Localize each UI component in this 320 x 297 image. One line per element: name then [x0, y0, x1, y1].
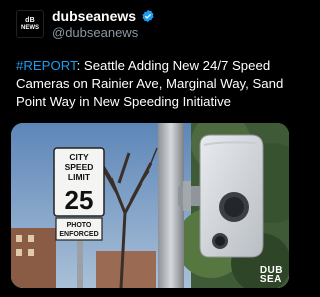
tweet-header: dB NEWS dubseanews @dubseanews: [16, 8, 286, 42]
handle[interactable]: @dubseanews: [52, 25, 138, 40]
name-row: dubseanews: [52, 8, 155, 24]
avatar-logo-mark: dB: [25, 16, 35, 24]
sign-line-city: CITY: [69, 152, 89, 162]
watermark-line2: SEA: [259, 274, 282, 285]
photo-illustration: CITY SPEED LIMIT 25 PHOTO ENFORCED: [11, 123, 289, 288]
sign-plate-enforced: ENFORCED: [59, 231, 98, 238]
sign-line-limit: LIMIT: [68, 172, 91, 182]
sign-speed-number: 25: [65, 185, 94, 215]
hashtag-link[interactable]: #REPORT: [16, 58, 77, 73]
watermark-logo: DUB SEA: [259, 266, 283, 285]
tweet-text: #REPORT: Seattle Adding New 24/7 Speed C…: [16, 57, 291, 111]
sign-plate-photo: PHOTO: [67, 222, 92, 229]
verified-badge-icon: [142, 9, 154, 23]
avatar-logo-label: NEWS: [21, 24, 39, 31]
tweet-media-image[interactable]: CITY SPEED LIMIT 25 PHOTO ENFORCED DUB S…: [11, 123, 289, 288]
display-name[interactable]: dubseanews: [52, 8, 136, 24]
avatar[interactable]: dB NEWS: [16, 10, 44, 38]
sign-line-speed: SPEED: [65, 162, 94, 172]
